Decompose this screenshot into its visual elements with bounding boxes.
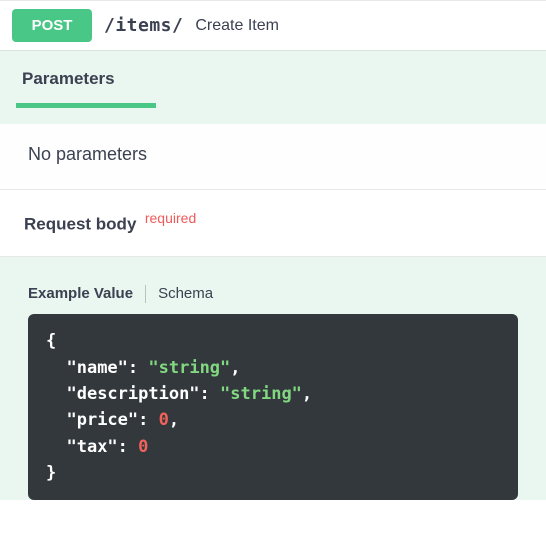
request-body-header: Request body required bbox=[0, 189, 546, 257]
no-parameters-message: No parameters bbox=[0, 124, 546, 189]
tab-example-value[interactable]: Example Value bbox=[28, 283, 133, 304]
parameters-header: Parameters bbox=[0, 51, 546, 124]
operation-body: Parameters No parameters Request body re… bbox=[0, 50, 546, 500]
operation-summary-row[interactable]: POST /items/ Create Item bbox=[0, 1, 546, 50]
parameters-tab-underline bbox=[16, 103, 156, 108]
example-code-wrap: { "name": "string", "description": "stri… bbox=[0, 314, 546, 500]
tab-schema[interactable]: Schema bbox=[158, 283, 213, 304]
parameters-title: Parameters bbox=[22, 69, 115, 89]
request-body-title: Request body bbox=[24, 214, 136, 233]
operation-path: /items/ bbox=[104, 15, 183, 36]
required-flag: required bbox=[145, 210, 196, 226]
model-tabs: Example Value Schema bbox=[0, 257, 546, 314]
operation-block: POST /items/ Create Item Parameters No p… bbox=[0, 0, 546, 500]
example-json-code[interactable]: { "name": "string", "description": "stri… bbox=[28, 314, 518, 500]
tab-separator bbox=[145, 285, 146, 303]
operation-summary: Create Item bbox=[195, 17, 279, 35]
method-badge: POST bbox=[12, 9, 92, 42]
